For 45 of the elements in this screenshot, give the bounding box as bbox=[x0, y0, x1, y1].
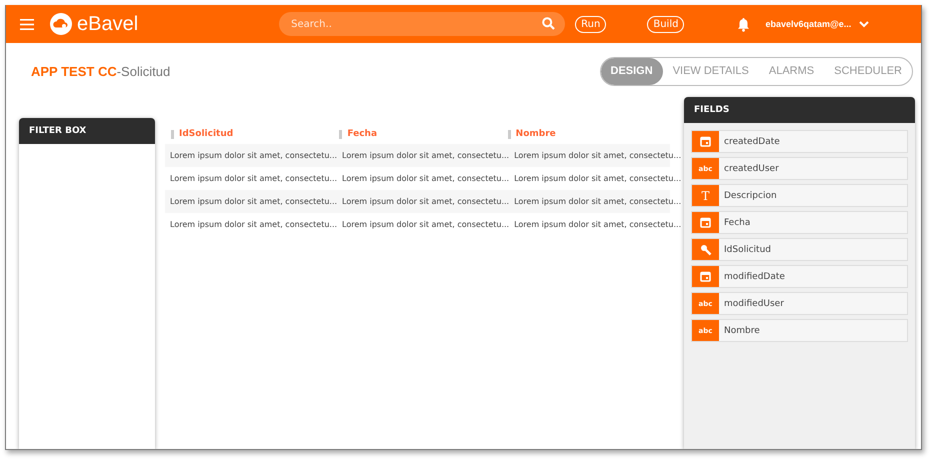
calendar-icon bbox=[700, 271, 711, 282]
calendar-icon bbox=[700, 136, 711, 147]
column-header[interactable]: Nombre bbox=[516, 129, 556, 139]
calendar-icon bbox=[700, 217, 711, 228]
table-cell-text: Lorem ipsum dolor sit amet, consectetu... bbox=[513, 220, 682, 229]
tab[interactable]: SCHEDULER bbox=[824, 58, 912, 84]
tab[interactable]: VIEW DETAILS bbox=[662, 58, 759, 84]
field-item[interactable]: createdDate bbox=[691, 130, 908, 153]
table-cell-text: Lorem ipsum dolor sit amet, consectetu... bbox=[341, 174, 510, 183]
bell-icon[interactable] bbox=[737, 16, 750, 32]
table-cell-text: Lorem ipsum dolor sit amet, consectetu... bbox=[513, 174, 682, 183]
header-button[interactable]: Build bbox=[647, 16, 684, 32]
cloud-logo-icon bbox=[50, 13, 72, 35]
field-item[interactable]: T Descripcion bbox=[691, 184, 908, 207]
drag-handle-icon[interactable] bbox=[508, 130, 511, 138]
table-cell-text: Lorem ipsum dolor sit amet, consectetu... bbox=[169, 174, 338, 183]
app-logo[interactable]: eBavel bbox=[77, 12, 138, 36]
table-cell-text: Lorem ipsum dolor sit amet, consectetu... bbox=[169, 197, 338, 206]
search-icon[interactable] bbox=[542, 17, 556, 30]
table-cell-text: Lorem ipsum dolor sit amet, consectetu... bbox=[513, 151, 682, 160]
header-button[interactable]: Run bbox=[575, 16, 606, 32]
panel-title: FIELDS bbox=[684, 97, 915, 123]
user-menu[interactable]: ebavelv6qatam@e... bbox=[765, 19, 852, 29]
table-cell-text: Lorem ipsum dolor sit amet, consectetu... bbox=[169, 220, 338, 229]
key-icon bbox=[700, 244, 712, 256]
tab[interactable]: ALARMS bbox=[758, 58, 824, 84]
table-cell-text: Lorem ipsum dolor sit amet, consectetu... bbox=[341, 197, 510, 206]
table-cell-text: Lorem ipsum dolor sit amet, consectetu... bbox=[341, 151, 510, 160]
field-item[interactable]: modifiedDate bbox=[691, 265, 908, 288]
table-cell-text: Lorem ipsum dolor sit amet, consectetu... bbox=[169, 151, 338, 160]
drag-handle-icon[interactable] bbox=[339, 130, 342, 138]
search-field[interactable]: Search.. bbox=[279, 12, 566, 36]
tab[interactable]: DESIGN bbox=[600, 58, 663, 84]
text-type-icon: T bbox=[701, 188, 710, 202]
table-cell-text: Lorem ipsum dolor sit amet, consectetu... bbox=[341, 220, 510, 229]
column-header[interactable]: Fecha bbox=[347, 129, 378, 139]
menu-icon[interactable] bbox=[20, 18, 34, 30]
drag-handle-icon[interactable] bbox=[171, 130, 174, 138]
chevron-down-icon[interactable] bbox=[859, 20, 870, 28]
table-cell-text: Lorem ipsum dolor sit amet, consectetu... bbox=[513, 197, 682, 206]
panel-title: FILTER BOX bbox=[19, 118, 155, 144]
field-item[interactable]: IdSolicitud bbox=[691, 238, 908, 261]
page-title: APP TEST CC-Solicitud bbox=[31, 64, 170, 78]
field-item[interactable]: Fecha bbox=[691, 211, 908, 234]
column-header[interactable]: IdSolicitud bbox=[179, 129, 234, 139]
